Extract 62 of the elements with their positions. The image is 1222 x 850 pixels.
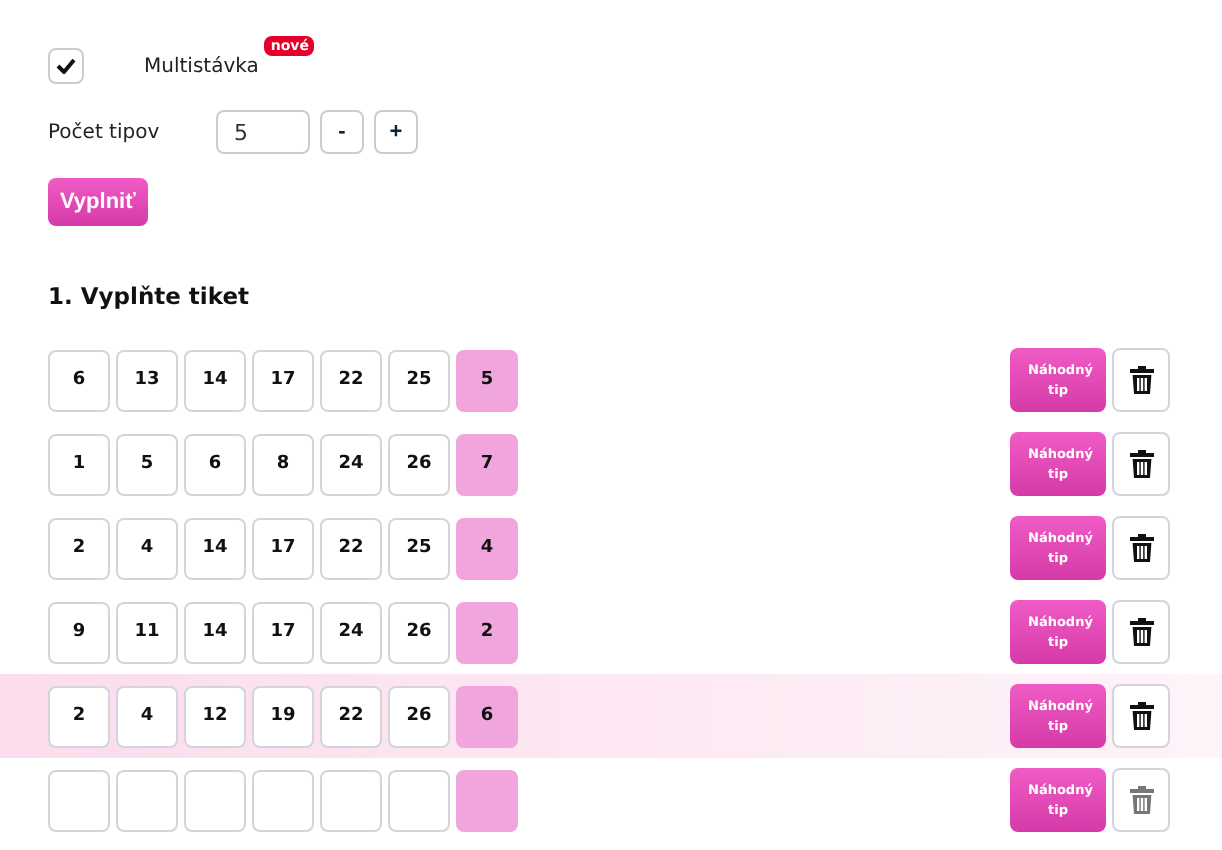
number-cell[interactable] <box>116 769 178 831</box>
number-cell[interactable]: 14 <box>184 517 246 579</box>
number-cell[interactable] <box>184 769 246 831</box>
plus-button[interactable]: + <box>374 110 418 154</box>
number-cell[interactable]: 1 <box>48 433 110 495</box>
number-cell[interactable]: 2 <box>48 685 110 747</box>
number-cell[interactable] <box>388 769 450 831</box>
number-cell[interactable]: 17 <box>252 601 314 663</box>
number-cell[interactable]: 17 <box>252 349 314 411</box>
delete-button[interactable] <box>1112 600 1170 664</box>
number-cell[interactable]: 26 <box>388 685 450 747</box>
trash-icon <box>1129 618 1153 646</box>
number-cell[interactable]: 26 <box>388 433 450 495</box>
fill-button[interactable]: Vyplniť <box>48 178 148 226</box>
number-cell[interactable]: 13 <box>116 349 178 411</box>
bonus-number-cell[interactable]: 2 <box>456 601 518 663</box>
tip-count-field[interactable]: 5 <box>216 110 310 154</box>
number-cell[interactable]: 22 <box>320 517 382 579</box>
number-cell[interactable]: 25 <box>388 517 450 579</box>
minus-button[interactable]: - <box>320 110 364 154</box>
tip-count-label: Počet tipov <box>48 121 162 143</box>
bonus-number-cell[interactable]: 6 <box>456 685 518 747</box>
number-cell[interactable]: 25 <box>388 349 450 411</box>
trash-icon <box>1129 786 1153 814</box>
trash-icon <box>1129 702 1153 730</box>
number-cell[interactable] <box>48 769 110 831</box>
bonus-number-cell[interactable]: 7 <box>456 433 518 495</box>
number-cell[interactable]: 24 <box>320 601 382 663</box>
number-cell[interactable]: 6 <box>184 433 246 495</box>
number-cell[interactable]: 8 <box>252 433 314 495</box>
number-cell[interactable]: 22 <box>320 349 382 411</box>
number-cell[interactable]: 17 <box>252 517 314 579</box>
number-cell[interactable]: 14 <box>184 601 246 663</box>
checkbox-label: Multistávka <box>144 55 259 77</box>
number-cell[interactable]: 5 <box>116 433 178 495</box>
delete-button[interactable] <box>1112 684 1170 748</box>
number-cell[interactable] <box>320 769 382 831</box>
checkbox[interactable] <box>48 48 84 84</box>
delete-button[interactable] <box>1112 348 1170 412</box>
number-cell[interactable]: 19 <box>252 685 314 747</box>
number-cell[interactable]: 4 <box>116 517 178 579</box>
number-cell[interactable]: 11 <box>116 601 178 663</box>
number-cell[interactable]: 9 <box>48 601 110 663</box>
delete-button[interactable] <box>1112 432 1170 496</box>
number-cell[interactable]: 6 <box>48 349 110 411</box>
bonus-number-cell[interactable]: 4 <box>456 517 518 579</box>
number-cell[interactable] <box>252 769 314 831</box>
number-cell[interactable]: 24 <box>320 433 382 495</box>
number-cell[interactable]: 22 <box>320 685 382 747</box>
bonus-number-cell[interactable]: 5 <box>456 349 518 411</box>
number-cell[interactable]: 26 <box>388 601 450 663</box>
trash-icon <box>1129 450 1153 478</box>
section-title: 1. Vyplňte tiket <box>48 282 252 310</box>
bonus-number-cell[interactable] <box>456 769 518 831</box>
number-cell[interactable]: 2 <box>48 517 110 579</box>
delete-button[interactable] <box>1112 516 1170 580</box>
number-cell[interactable]: 4 <box>116 685 178 747</box>
number-cell[interactable]: 12 <box>184 685 246 747</box>
trash-icon <box>1129 534 1153 562</box>
check-icon <box>56 58 76 74</box>
number-cell[interactable]: 14 <box>184 349 246 411</box>
trash-icon <box>1129 366 1153 394</box>
